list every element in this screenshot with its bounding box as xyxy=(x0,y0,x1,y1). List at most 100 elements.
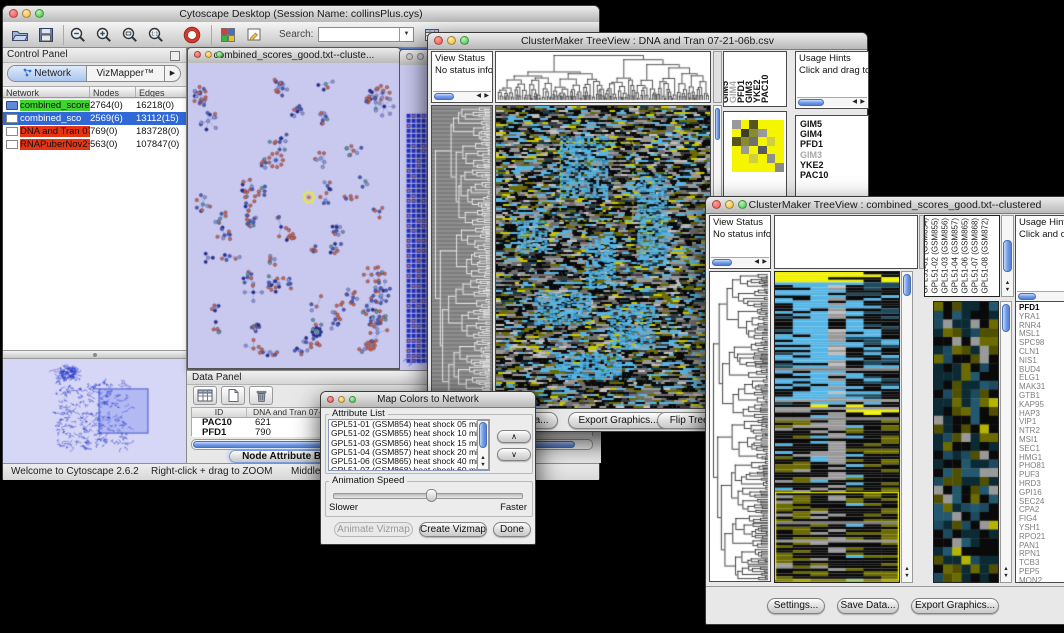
network-table-row[interactable]: combined_sco2569(6)13112(15) xyxy=(3,112,186,125)
scroll-left-arrow[interactable]: ◀ xyxy=(754,258,759,267)
scroll-left-arrow[interactable]: ◀ xyxy=(476,92,481,101)
tv2-save-data-button[interactable]: Save Data... xyxy=(837,598,899,614)
scrollbar-thumb[interactable] xyxy=(1003,240,1012,272)
zoom-fit-icon[interactable]: 1:1 xyxy=(147,26,165,44)
move-up-button[interactable]: ∧ xyxy=(497,430,531,443)
scrollbar-thumb[interactable] xyxy=(1018,293,1036,300)
scroll-down-arrow[interactable]: ▼ xyxy=(478,462,488,468)
column-label[interactable]: GPL51-03 (GSM856) xyxy=(941,217,951,293)
search-dropdown-arrow[interactable]: ▼ xyxy=(399,28,413,41)
open-file-icon[interactable] xyxy=(11,26,29,44)
tv1-top-scroll-gutter[interactable] xyxy=(713,51,722,103)
tv1-export-graphics-button[interactable]: Export Graphics... xyxy=(568,412,669,429)
network-frame-title-bar[interactable]: combined_scores_good.txt--cluste... xyxy=(188,48,400,64)
column-header-nodes[interactable]: Nodes xyxy=(90,87,136,97)
tv1-usage-hscrollbar[interactable]: ◀ ▶ xyxy=(797,97,867,107)
annotation-icon[interactable] xyxy=(245,26,263,44)
tv2-heatmap-vscrollbar[interactable]: ▲ ▼ xyxy=(901,271,913,583)
slider-thumb[interactable] xyxy=(426,489,437,502)
network-view-canvas[interactable] xyxy=(188,63,400,368)
treeview2-title-bar[interactable]: ClusterMaker TreeView : combined_scores_… xyxy=(706,197,1064,214)
panel-splitter[interactable] xyxy=(3,351,186,359)
tv2-zoom-vscrollbar[interactable]: ▲ ▼ xyxy=(1000,301,1012,583)
close-button[interactable] xyxy=(406,53,413,60)
move-down-button[interactable]: ∨ xyxy=(497,448,531,461)
tab-overflow-button[interactable]: ▶ xyxy=(164,66,180,81)
scroll-up-arrow[interactable]: ▲ xyxy=(1001,566,1011,572)
close-button[interactable] xyxy=(9,9,18,18)
tv2-zoom-heatmap[interactable] xyxy=(934,302,998,582)
new-attribute-icon[interactable] xyxy=(221,386,245,405)
network-table-row[interactable]: combined_scores_2764(0)16218(0) xyxy=(3,99,186,112)
tv2-collabel-scrollbar[interactable]: ▲ ▼ xyxy=(1001,215,1014,297)
minimize-button[interactable] xyxy=(725,200,734,209)
scrollbar-thumb[interactable] xyxy=(798,99,824,106)
scrollbar-thumb[interactable] xyxy=(434,93,454,100)
column-header-edges[interactable]: Edges xyxy=(136,87,186,97)
search-text-field[interactable] xyxy=(320,28,402,41)
tv2-usage-hscrollbar[interactable] xyxy=(1017,291,1064,301)
scroll-right-arrow[interactable]: ▶ xyxy=(860,98,865,107)
treeview1-title-bar[interactable]: ClusterMaker TreeView : DNA and Tran 07-… xyxy=(428,33,867,50)
column-label[interactable]: GPL51-07 (GSM868) xyxy=(971,217,981,293)
delete-attribute-icon[interactable] xyxy=(249,386,273,405)
tv2-export-graphics-button[interactable]: Export Graphics... xyxy=(911,598,999,614)
zoom-selected-icon[interactable] xyxy=(121,26,139,44)
tv1-row-dendrogram[interactable] xyxy=(432,106,492,408)
column-label[interactable]: GPL51-04 (GSM857) xyxy=(951,217,961,293)
tv2-settings-button[interactable]: Settings... xyxy=(767,598,825,614)
column-header-id[interactable]: ID xyxy=(192,408,247,417)
network-table-row[interactable]: DNA and Tran 07769(0)183728(0) xyxy=(3,125,186,138)
row-label[interactable]: YKE2 xyxy=(796,160,868,170)
animation-speed-slider[interactable] xyxy=(333,493,523,499)
table-options-icon[interactable] xyxy=(193,386,217,405)
scroll-up-arrow[interactable]: ▲ xyxy=(902,566,912,572)
row-label[interactable]: GIM4 xyxy=(796,129,868,139)
search-input[interactable]: ▼ xyxy=(318,27,414,42)
tab-network[interactable]: Network xyxy=(8,66,87,81)
scrollbar-thumb[interactable] xyxy=(712,259,732,266)
scroll-down-arrow[interactable]: ▼ xyxy=(1001,573,1011,579)
attribute-list-scrollbar[interactable]: ▲ ▼ xyxy=(477,420,489,470)
minimize-button[interactable] xyxy=(22,9,31,18)
tv2-heatmap[interactable] xyxy=(775,272,899,582)
row-label[interactable]: PFD1 xyxy=(796,139,868,149)
main-title-bar[interactable]: Cytoscape Desktop (Session Name: collins… xyxy=(3,6,599,23)
float-panel-icon[interactable] xyxy=(170,51,180,61)
close-button[interactable] xyxy=(194,51,201,58)
close-button[interactable] xyxy=(434,36,443,45)
done-button[interactable]: Done xyxy=(493,522,531,537)
dialog-title-bar[interactable]: Map Colors to Network xyxy=(321,392,535,408)
attribute-list-item[interactable]: GPL51-07 (GSM868) heat shock 60 min xyxy=(329,466,489,471)
create-vizmap-button[interactable]: Create Vizmap xyxy=(419,522,487,537)
tv1-column-dendrogram[interactable] xyxy=(496,52,710,102)
scroll-right-arrow[interactable]: ▶ xyxy=(762,258,767,267)
column-label[interactable]: GPL51-01 (GSM854) xyxy=(924,217,930,293)
zoom-out-icon[interactable] xyxy=(69,26,87,44)
row-label[interactable]: PAC10 xyxy=(796,170,868,180)
minimize-button[interactable] xyxy=(417,53,424,60)
column-label[interactable]: GPL51-08 (GSM872) xyxy=(981,217,991,293)
column-label[interactable]: GPL51-02 (GSM855) xyxy=(931,217,941,293)
scroll-down-arrow[interactable]: ▼ xyxy=(1002,287,1013,293)
zoom-button[interactable] xyxy=(35,9,44,18)
row-label[interactable]: GIM5 xyxy=(796,119,868,129)
close-button[interactable] xyxy=(712,200,721,209)
scrollbar-thumb[interactable] xyxy=(715,108,720,140)
minimize-button[interactable] xyxy=(447,36,456,45)
column-label[interactable]: PAC10 xyxy=(761,75,770,103)
save-icon[interactable] xyxy=(37,26,55,44)
scroll-left-arrow[interactable]: ◀ xyxy=(852,98,857,107)
zoom-button[interactable] xyxy=(216,51,223,58)
column-header-network[interactable]: Network xyxy=(3,87,90,97)
zoom-button[interactable] xyxy=(349,396,356,403)
scroll-up-arrow[interactable]: ▲ xyxy=(1002,280,1013,286)
row-label[interactable]: GIM3 xyxy=(796,150,868,160)
help-lifebuoy-icon[interactable] xyxy=(183,26,201,44)
vizmapper-palette-icon[interactable] xyxy=(219,26,237,44)
scroll-right-arrow[interactable]: ▶ xyxy=(484,92,489,101)
tv1-mini-matrix[interactable] xyxy=(732,120,784,172)
tab-vizmapper[interactable]: VizMapper™ xyxy=(87,66,165,81)
animate-vizmap-button[interactable]: Animate Vizmap xyxy=(334,522,413,537)
tv2-status-hscrollbar[interactable]: ◀ ▶ xyxy=(711,257,769,267)
